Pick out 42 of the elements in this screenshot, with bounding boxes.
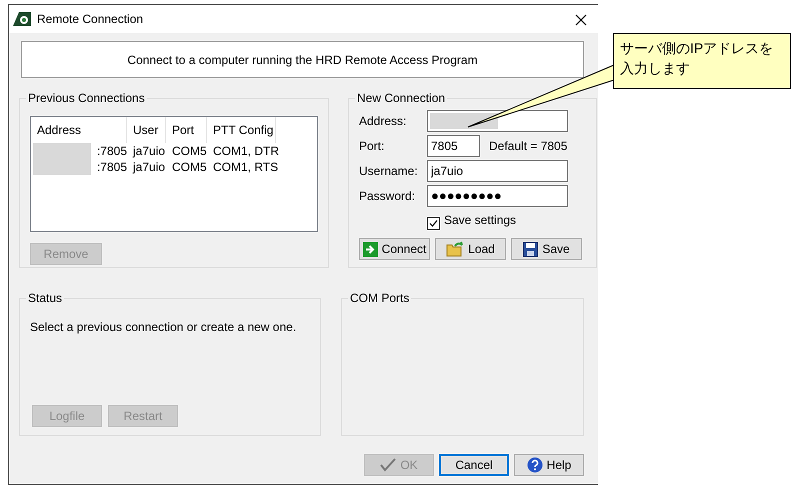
callout-text: 入力します	[620, 59, 690, 78]
group-title: Previous Connections	[27, 92, 146, 104]
table-cell-text: ja7uio	[132, 143, 166, 160]
column-header[interactable]: Port	[166, 117, 207, 143]
field-label: Username:	[359, 162, 419, 180]
help-button[interactable]: Help	[514, 454, 584, 476]
folder-icon	[446, 241, 464, 257]
redaction-bar	[33, 143, 91, 159]
field-label: Port:	[359, 138, 386, 154]
status-message: Select a previous connection or create a new one.	[30, 319, 298, 336]
table-cell-text: COM5	[171, 159, 207, 176]
connect-button[interactable]: Connect	[359, 238, 430, 260]
password-field[interactable]: ●●●●●●●●●	[427, 184, 568, 206]
table-cell-text: COM1, DTR	[212, 143, 276, 160]
redaction-bar	[33, 159, 91, 175]
group-title: New Connection	[356, 92, 446, 104]
table-cell-text: COM5	[171, 143, 207, 160]
cancel-button[interactable]: Cancel	[439, 454, 509, 476]
username-field[interactable]: ja7uio	[427, 160, 568, 182]
app-logo-icon	[13, 12, 31, 26]
save-button[interactable]: Save	[511, 238, 582, 260]
load-button[interactable]: Load	[435, 238, 506, 260]
table-cell-text: ja7uio	[132, 159, 166, 176]
address-field[interactable]	[427, 110, 568, 132]
check-icon	[380, 458, 396, 472]
close-icon	[575, 14, 587, 26]
callout-text: サーバ側のIPアドレスを	[620, 39, 774, 58]
group-title: COM Ports	[349, 292, 410, 304]
table-cell-text: COM1, RTS	[212, 159, 276, 176]
table-cell-text: :7805	[96, 143, 127, 160]
column-header[interactable]: PTT Config	[207, 117, 276, 143]
info-banner: Connect to a computer running the HRD Remote Access Program	[21, 41, 584, 78]
default-note: Default = 7805	[489, 138, 568, 154]
table-cell-text: :7805	[96, 159, 127, 176]
field-label: Address:	[359, 112, 408, 130]
group-title: Status	[27, 292, 64, 304]
window-title: Remote Connection	[37, 11, 144, 28]
help-icon	[526, 457, 543, 473]
field-label: Password:	[359, 188, 416, 204]
checkbox-label: Save settings	[444, 212, 516, 229]
port-field[interactable]: 7805	[427, 134, 480, 156]
column-header[interactable]: User	[127, 117, 166, 143]
